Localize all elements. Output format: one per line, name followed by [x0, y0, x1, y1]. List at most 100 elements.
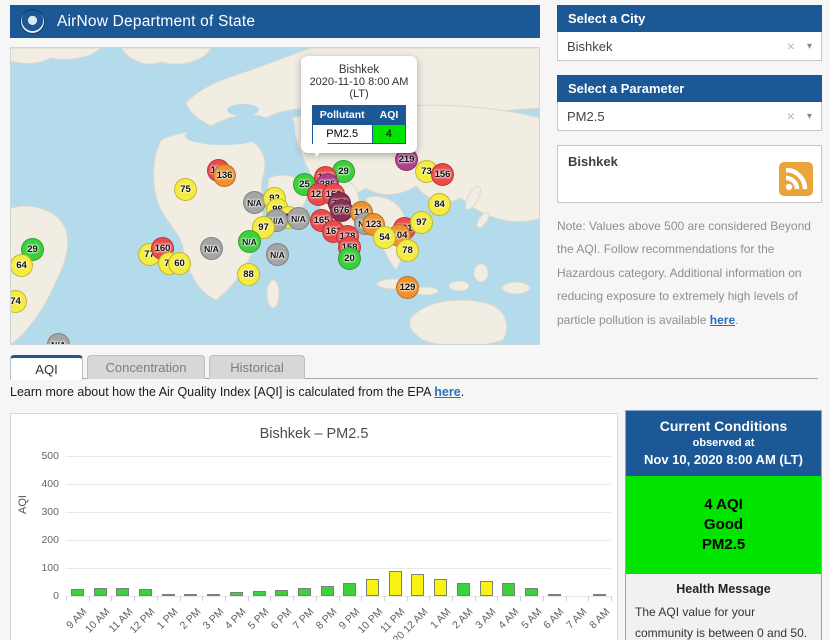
dept-of-state-seal-icon	[20, 9, 45, 34]
chart-gridline	[66, 540, 611, 541]
chart-gridline	[66, 456, 611, 457]
chart-bar	[253, 591, 266, 596]
popup-table: Pollutant AQI PM2.5 4	[312, 105, 407, 144]
current-conditions-header: Current Conditions observed at Nov 10, 2…	[626, 411, 821, 476]
cc-observed-at: observed at	[630, 437, 817, 449]
chart-x-axis-label: 12 PM	[128, 606, 158, 636]
cc-aqi-value: 4 AQI	[630, 496, 817, 513]
popup-col-aqi: AQI	[372, 106, 406, 125]
world-aqi-map[interactable]: 15913675N/A929977N/AN/A97N/AN/A887716071…	[10, 47, 540, 345]
parameter-clear-icon[interactable]: ×	[780, 108, 802, 124]
popup-aqi-value: 4	[372, 125, 406, 144]
chart-bar	[389, 571, 402, 596]
map-marker[interactable]: 60	[168, 252, 191, 275]
epa-here-link[interactable]: here	[434, 385, 460, 399]
chart-x-tick	[134, 596, 135, 601]
chart-gridline	[66, 568, 611, 569]
chart-x-tick	[225, 596, 226, 601]
chart-bar	[411, 574, 424, 596]
chart-y-tick-label: 500	[29, 450, 59, 462]
chart-x-axis-label: 10 AM	[83, 606, 113, 636]
chart-bar	[275, 590, 288, 596]
map-marker[interactable]: 75	[174, 178, 197, 201]
map-marker[interactable]: 78	[396, 239, 419, 262]
chart-bar	[116, 588, 129, 596]
chart-x-tick	[66, 596, 67, 601]
cc-title: Current Conditions	[630, 418, 817, 434]
chart-y-tick-label: 100	[29, 562, 59, 574]
map-marker[interactable]: 97	[410, 211, 433, 234]
cc-aqi-category: Good	[630, 516, 817, 533]
chart-bar	[434, 579, 447, 596]
chart-y-axis-label: AQI	[17, 495, 29, 514]
chart-bar	[162, 594, 175, 596]
parameter-select[interactable]: PM2.5 × ▾	[557, 102, 822, 131]
note-body: Note: Values above 500 are considered Be…	[557, 219, 811, 327]
map-marker[interactable]: 129	[396, 276, 419, 299]
chart-x-axis-label: 1 PM	[155, 606, 181, 632]
chart-x-axis-label: 7 AM	[564, 606, 589, 631]
note-suffix: .	[735, 313, 738, 327]
cc-health-message: Health Message The AQI value for your co…	[626, 574, 821, 640]
map-popup: Bishkek 2020-11-10 8:00 AM (LT) Pollutan…	[301, 56, 417, 153]
city-caret-down-icon[interactable]: ▾	[802, 41, 812, 52]
chart-x-axis-label: 8 AM	[587, 606, 612, 631]
chart-x-tick	[270, 596, 271, 601]
city-feed-box[interactable]: Bishkek	[557, 145, 822, 203]
popup-pollutant-value: PM2.5	[312, 125, 372, 144]
map-marker[interactable]: N/A	[238, 230, 261, 253]
chart-y-tick-label: 300	[29, 506, 59, 518]
map-marker[interactable]: 136	[213, 164, 236, 187]
parameter-caret-down-icon[interactable]: ▾	[802, 111, 812, 122]
chart-bar	[298, 588, 311, 596]
note-here-link[interactable]: here	[710, 313, 735, 327]
map-marker[interactable]: N/A	[200, 237, 223, 260]
chart-gridline	[66, 512, 611, 513]
chart-x-tick	[111, 596, 112, 601]
city-select[interactable]: Bishkek × ▾	[557, 32, 822, 61]
learn-more-body: Learn more about how the Air Quality Ind…	[10, 385, 434, 399]
chart-y-tick-label: 400	[29, 478, 59, 490]
map-marker[interactable]: 54	[373, 226, 396, 249]
popup-city: Bishkek	[307, 64, 411, 76]
chart-x-tick	[611, 596, 612, 601]
chart-x-tick	[566, 596, 567, 601]
map-marker[interactable]: 64	[10, 254, 33, 277]
chart-x-tick	[588, 596, 589, 601]
map-marker[interactable]: 20	[338, 247, 361, 270]
chart-bar	[548, 594, 561, 596]
map-marker[interactable]: 84	[428, 193, 451, 216]
chart-x-axis-label: 7 PM	[291, 606, 317, 632]
map-marker[interactable]: 88	[237, 263, 260, 286]
chart-x-tick	[316, 596, 317, 601]
city-clear-icon[interactable]: ×	[780, 38, 802, 54]
chart-x-tick	[339, 596, 340, 601]
cc-aqi-block: 4 AQI Good PM2.5	[626, 476, 821, 574]
app-title: AirNow Department of State	[57, 13, 255, 31]
chart-x-axis-label: 4 PM	[223, 606, 249, 632]
chart-y-tick-label: 0	[29, 590, 59, 602]
cc-health-text: The AQI value for your community is betw…	[635, 602, 812, 640]
map-marker[interactable]: N/A	[287, 207, 310, 230]
chart-title: Bishkek – PM2.5	[11, 426, 617, 442]
airnow-page: AirNow Department of State	[0, 0, 830, 640]
chart-x-tick	[202, 596, 203, 601]
chart-x-tick	[429, 596, 430, 601]
cc-datetime: Nov 10, 2020 8:00 AM (LT)	[630, 452, 817, 467]
chart-x-tick	[475, 596, 476, 601]
chart-bar	[230, 592, 243, 596]
tab-historical[interactable]: Historical	[209, 355, 305, 379]
chart-x-axis-label: 6 AM	[541, 606, 566, 631]
map-marker[interactable]: 156	[431, 163, 454, 186]
chart-bar	[71, 589, 84, 596]
current-conditions-panel: Current Conditions observed at Nov 10, 2…	[625, 410, 822, 640]
beyond-aqi-note: Note: Values above 500 are considered Be…	[557, 215, 819, 332]
tab-aqi[interactable]: AQI	[10, 355, 83, 380]
chart-x-tick	[361, 596, 362, 601]
tab-concentration[interactable]: Concentration	[87, 355, 205, 379]
chart-x-axis-label: 2 AM	[450, 606, 475, 631]
map-marker[interactable]: N/A	[266, 243, 289, 266]
rss-feed-icon[interactable]	[779, 162, 813, 196]
chart-plot-area: 01002003004005009 AM10 AM11 AM12 PM1 PM2…	[66, 456, 611, 596]
chart-x-axis-label: 3 PM	[200, 606, 226, 632]
